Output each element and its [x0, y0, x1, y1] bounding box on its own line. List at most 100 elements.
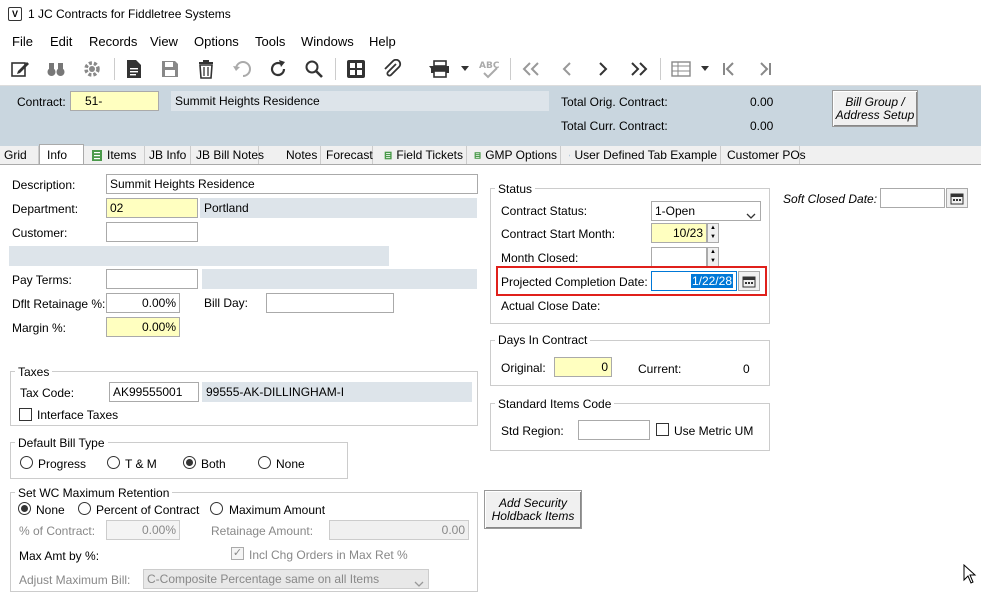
std-region-input[interactable] [578, 420, 650, 440]
tab-grid[interactable]: Grid [1, 146, 39, 164]
wc-max-amount-radio[interactable] [210, 502, 223, 515]
month-closed-input[interactable] [651, 247, 707, 267]
toolbar-separator [114, 58, 115, 80]
retainage-amount-input[interactable]: 0.00 [329, 520, 469, 540]
use-metric-checkbox[interactable] [656, 423, 669, 436]
pay-terms-label: Pay Terms: [12, 273, 72, 287]
tab-user-defined[interactable]: User Defined Tab Example [566, 146, 721, 164]
jump-last-icon[interactable] [752, 57, 778, 81]
tab-label: Customer POs [727, 148, 806, 162]
interface-taxes-checkbox[interactable] [19, 408, 32, 421]
adjust-max-bill-select[interactable]: C-Composite Percentage same on all Items [143, 569, 429, 589]
tab-label: JB Bill Notes [196, 148, 265, 162]
customer-input[interactable] [106, 222, 198, 242]
calculator-icon[interactable] [343, 57, 369, 81]
print-icon[interactable] [427, 57, 453, 81]
toolbar-separator [510, 58, 511, 80]
notebook-icon [384, 151, 392, 159]
tab-label: Field Tickets [396, 148, 463, 162]
tab-jb-info[interactable]: JB Info [146, 146, 191, 164]
gear-icon[interactable] [79, 57, 105, 81]
new-document-icon[interactable] [121, 57, 147, 81]
add-security-holdback-button[interactable]: Add Security Holdback Items [484, 490, 582, 529]
tab-label: Notes [286, 148, 318, 162]
menu-edit[interactable]: Edit [50, 34, 72, 49]
calendar-icon[interactable] [946, 188, 968, 208]
binoculars-icon[interactable] [43, 57, 69, 81]
delete-icon[interactable] [193, 57, 219, 81]
spellcheck-icon[interactable]: ABC [476, 57, 502, 81]
projected-completion-value: 1/22/28 [690, 274, 733, 288]
soft-closed-input[interactable] [880, 188, 945, 208]
tax-code-input[interactable]: AK99555001 [109, 382, 199, 402]
chevron-down-icon[interactable] [692, 57, 718, 81]
pct-of-contract-input[interactable]: 0.00% [106, 520, 180, 540]
wc-none-radio[interactable] [18, 502, 31, 515]
pay-terms-input[interactable] [106, 269, 198, 289]
dflt-retainage-input[interactable]: 0.00% [106, 293, 180, 313]
start-month-input[interactable]: 10/23 [651, 223, 707, 243]
bill-type-progress-radio[interactable] [20, 456, 33, 469]
margin-input[interactable]: 0.00% [106, 317, 180, 337]
tab-customer-pos[interactable]: Customer POs [724, 146, 806, 164]
tab-info[interactable]: Info [39, 144, 84, 164]
tab-notes[interactable]: Notes [283, 146, 321, 164]
menu-windows[interactable]: Windows [301, 34, 354, 49]
save-icon[interactable] [157, 57, 183, 81]
chevron-down-icon [746, 208, 756, 222]
adjust-max-bill-value: C-Composite Percentage same on all Items [147, 572, 380, 586]
undo-icon[interactable] [229, 57, 255, 81]
curr-contract-label: Total Curr. Contract: [561, 119, 668, 133]
bill-type-none-radio[interactable] [258, 456, 271, 469]
contract-status-label: Contract Status: [501, 204, 588, 218]
description-input[interactable]: Summit Heights Residence [106, 174, 478, 194]
tab-field-tickets[interactable]: Field Tickets [381, 146, 467, 164]
refresh-icon[interactable] [265, 57, 291, 81]
menu-options[interactable]: Options [194, 34, 239, 49]
wc-max-amount-label: Maximum Amount [229, 503, 326, 517]
first-record-icon[interactable] [518, 57, 544, 81]
attach-icon[interactable] [379, 57, 405, 81]
department-description: Portland [200, 198, 477, 218]
bill-type-both-radio[interactable] [183, 456, 196, 469]
prev-record-icon[interactable] [554, 57, 580, 81]
tab-gmp-options[interactable]: GMP Options [471, 146, 561, 164]
last-record-icon[interactable] [626, 57, 652, 81]
edit-icon[interactable] [7, 57, 33, 81]
window-title: 1 JC Contracts for Fiddletree Systems [28, 7, 231, 21]
contract-status-select[interactable]: 1-Open [651, 201, 761, 221]
tab-label: Grid [4, 148, 27, 162]
margin-label: Margin %: [12, 321, 67, 335]
tab-items[interactable]: Items [88, 146, 145, 164]
bill-day-input[interactable] [266, 293, 394, 313]
wc-percent-radio[interactable] [78, 502, 91, 515]
tab-forecast[interactable]: Forecast [323, 146, 373, 164]
menu-records[interactable]: Records [89, 34, 137, 49]
bill-type-title: Default Bill Type [15, 436, 108, 450]
menu-tools[interactable]: Tools [255, 34, 285, 49]
next-record-icon[interactable] [590, 57, 616, 81]
department-input[interactable]: 02 [106, 198, 198, 218]
days-original-input[interactable]: 0 [554, 357, 612, 377]
start-month-spinner[interactable]: ▲ ▼ [707, 223, 719, 243]
tab-jb-bill-notes[interactable]: JB Bill Notes [193, 146, 264, 164]
grid-icon[interactable] [668, 57, 694, 81]
search-icon[interactable] [301, 57, 327, 81]
menu-help[interactable]: Help [369, 34, 396, 49]
toolbar-separator [660, 58, 661, 80]
tax-code-description: 99555-AK-DILLINGHAM-I [202, 382, 472, 402]
incl-chg-orders-checkbox[interactable]: ✓ [231, 547, 244, 560]
month-closed-spinner[interactable]: ▲ ▼ [707, 247, 719, 267]
orig-contract-value: 0.00 [750, 95, 774, 109]
bill-type-tm-radio[interactable] [107, 456, 120, 469]
bill-group-button[interactable]: Bill Group / Address Setup [832, 90, 918, 127]
bill-type-both-label: Both [201, 457, 226, 471]
menu-file[interactable]: File [12, 34, 33, 49]
jump-first-icon[interactable] [716, 57, 742, 81]
chevron-down-icon[interactable] [452, 57, 478, 81]
calendar-icon[interactable] [738, 271, 760, 291]
contract-input[interactable]: 51- [70, 91, 159, 111]
menu-view[interactable]: View [150, 34, 178, 49]
projected-completion-input[interactable]: 1/22/28 [651, 271, 737, 291]
app-icon: V [8, 7, 22, 21]
